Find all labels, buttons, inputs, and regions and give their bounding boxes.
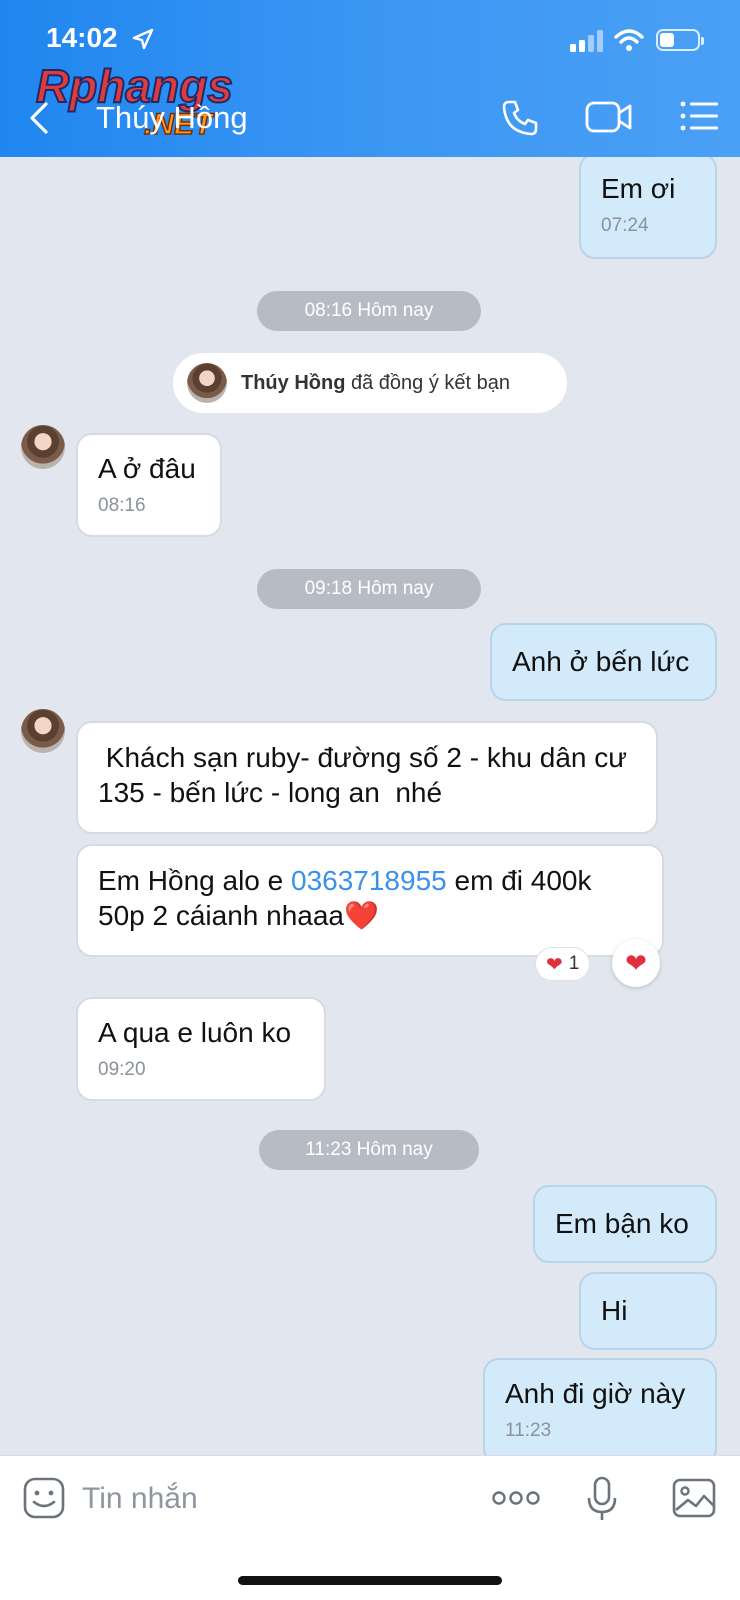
battery-icon: [656, 29, 704, 51]
heart-icon: ❤: [546, 953, 563, 976]
message-text: Em ơi: [601, 173, 676, 204]
contact-name[interactable]: Thúy Hồng: [96, 100, 248, 136]
phone-call-icon[interactable]: [500, 98, 540, 138]
heart-icon: ❤: [625, 948, 647, 978]
message-list[interactable]: Em ơi 07:24 08:16 Hôm nay Thúy Hồng đã đ…: [0, 157, 740, 1455]
wifi-icon: [614, 29, 644, 51]
image-gallery-icon[interactable]: [672, 1478, 716, 1518]
back-chevron-icon[interactable]: [26, 100, 56, 136]
message-text: Em Hồng alo e: [98, 865, 291, 896]
message-bubble-incoming[interactable]: Em Hồng alo e 0363718955 em đi 400k 50p …: [76, 844, 664, 957]
message-text: A qua e luôn ko: [98, 1017, 292, 1048]
system-notice: Thúy Hồng đã đồng ý kết bạn: [173, 353, 567, 413]
sticker-icon[interactable]: [22, 1476, 66, 1520]
message-bubble-incoming[interactable]: A ở đâu 08:16: [76, 433, 222, 537]
chat-header: 14:02 Rphangs .NET Thúy Hồng: [0, 0, 740, 157]
message-text: A ở đâu: [98, 453, 196, 484]
message-bubble-incoming[interactable]: A qua e luôn ko 09:20: [76, 997, 326, 1101]
message-bubble-outgoing[interactable]: Em bận ko: [533, 1185, 717, 1263]
message-input[interactable]: [82, 1474, 442, 1524]
avatar[interactable]: [21, 425, 65, 469]
microphone-icon[interactable]: [586, 1476, 618, 1522]
message-bubble-incoming[interactable]: Khách sạn ruby- đường số 2 - khu dân cư …: [76, 721, 658, 834]
message-bubble-outgoing[interactable]: Em ơi 07:24: [579, 157, 717, 259]
cell-signal-icon: [570, 30, 603, 52]
react-heart-button[interactable]: ❤: [612, 939, 660, 987]
message-bubble-outgoing[interactable]: Anh ở bến lức: [490, 623, 717, 701]
phone-number-link[interactable]: 0363718955: [291, 865, 447, 896]
home-indicator[interactable]: [238, 1576, 502, 1585]
menu-list-icon[interactable]: [680, 100, 720, 132]
more-options-icon[interactable]: [492, 1490, 540, 1506]
message-text: Khách sạn ruby- đường số 2 - khu dân cư …: [98, 742, 643, 808]
message-text: Anh đi giờ này: [505, 1378, 686, 1409]
message-time: 11:23: [505, 1420, 552, 1441]
message-time: 09:20: [98, 1059, 146, 1080]
message-time: 07:24: [601, 215, 649, 236]
status-time: 14:02: [46, 22, 118, 53]
message-text: Anh ở bến lức: [512, 646, 690, 677]
message-time: 08:16: [98, 495, 146, 516]
date-separator: 11:23 Hôm nay: [259, 1130, 479, 1170]
message-bubble-outgoing[interactable]: Hi: [579, 1272, 717, 1350]
message-text: Hi: [601, 1295, 628, 1326]
avatar[interactable]: [21, 709, 65, 753]
location-arrow-icon: [132, 28, 154, 50]
avatar: [187, 363, 227, 403]
video-call-icon[interactable]: [585, 100, 633, 134]
system-notice-name: Thúy Hồng: [241, 371, 346, 394]
reaction-count: 1: [568, 953, 580, 974]
date-separator: 08:16 Hôm nay: [257, 291, 481, 331]
system-notice-text: đã đồng ý kết bạn: [351, 371, 511, 394]
date-separator: 09:18 Hôm nay: [257, 569, 481, 609]
reaction-summary[interactable]: ❤ 1: [535, 947, 591, 981]
message-bubble-outgoing[interactable]: Anh đi giờ này 11:23: [483, 1358, 717, 1455]
message-text: Em bận ko: [555, 1208, 689, 1239]
